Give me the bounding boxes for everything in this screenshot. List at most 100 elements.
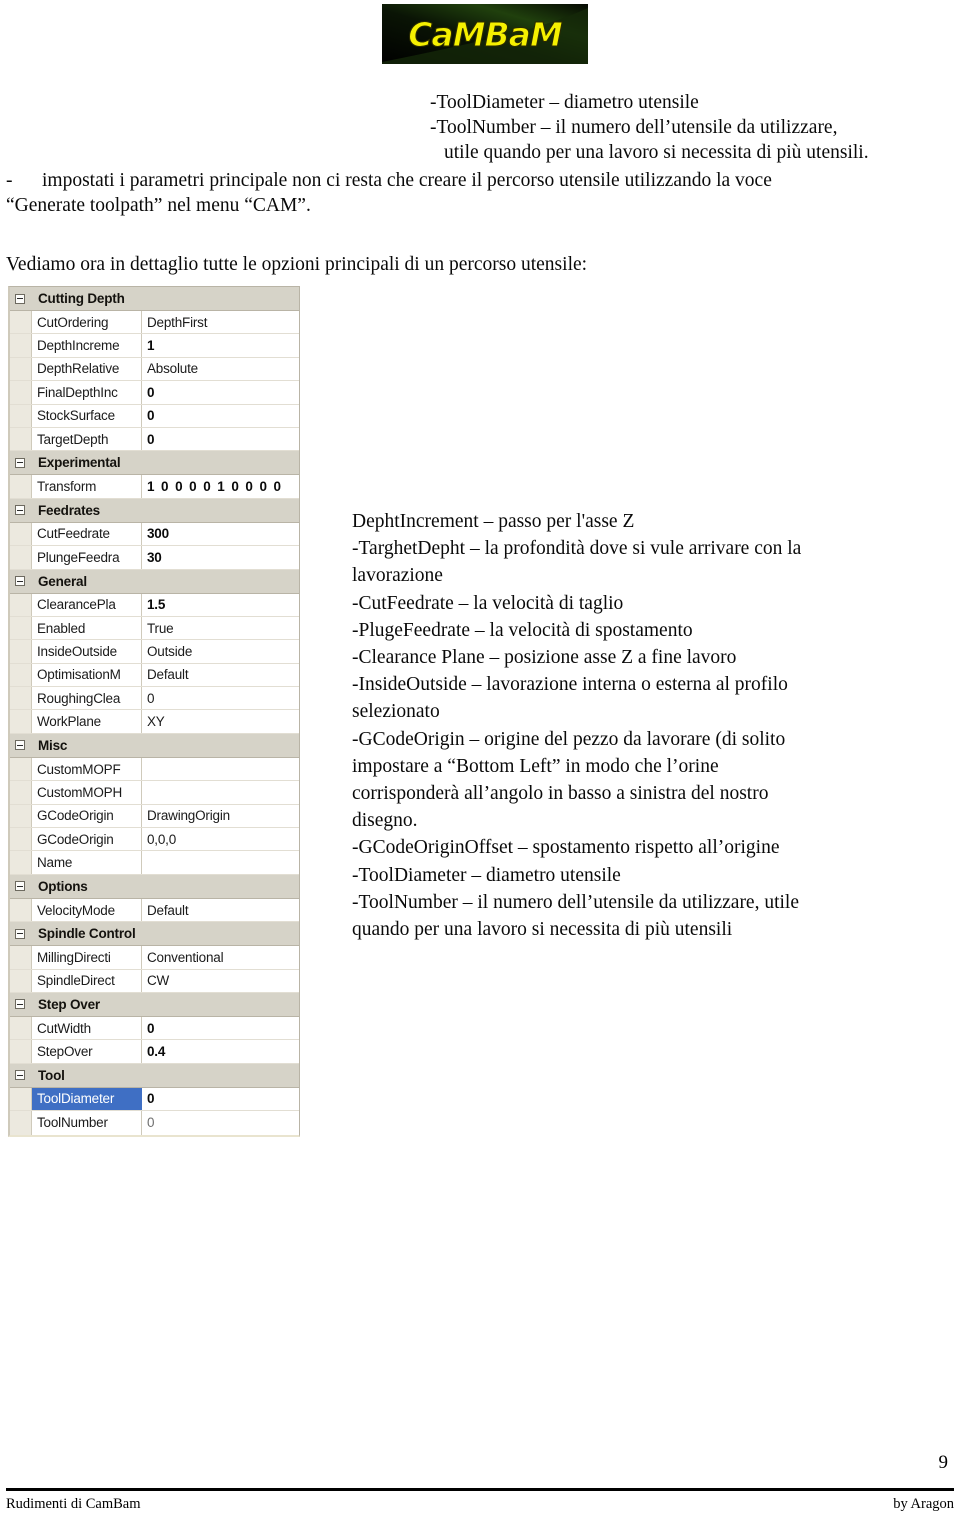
property-value[interactable]: Outside: [142, 644, 299, 659]
property-category-row[interactable]: Spindle Control: [10, 922, 299, 947]
category-expander[interactable]: [10, 498, 32, 522]
category-expander[interactable]: [10, 922, 32, 946]
category-expander[interactable]: [10, 874, 32, 898]
property-name[interactable]: DepthRelative: [32, 357, 142, 381]
property-row[interactable]: StepOver 0.4: [10, 1040, 299, 1064]
property-name[interactable]: StepOver: [32, 1040, 142, 1063]
property-value[interactable]: 0: [142, 385, 299, 400]
property-row[interactable]: Name: [10, 851, 299, 875]
property-row[interactable]: RoughingClea 0: [10, 687, 299, 711]
property-row[interactable]: TargetDepth 0: [10, 427, 299, 452]
collapse-icon[interactable]: [15, 740, 25, 751]
property-value[interactable]: 0: [142, 1091, 299, 1106]
property-value[interactable]: True: [142, 621, 299, 636]
property-value[interactable]: 0: [142, 1115, 299, 1130]
property-name[interactable]: Name: [32, 851, 142, 874]
property-name[interactable]: Transform: [32, 475, 142, 498]
property-name[interactable]: InsideOutside: [32, 640, 142, 663]
property-row[interactable]: WorkPlane XY: [10, 710, 299, 734]
collapse-icon[interactable]: [15, 881, 25, 892]
property-value[interactable]: DepthFirst: [142, 315, 299, 330]
property-row[interactable]: DepthIncreme 1: [10, 334, 299, 358]
category-expander[interactable]: [10, 992, 32, 1016]
collapse-icon[interactable]: [15, 457, 25, 468]
collapse-icon[interactable]: [15, 999, 25, 1010]
property-name[interactable]: CutOrdering: [32, 311, 142, 334]
property-row[interactable]: Transform 1 0 0 0 0 1 0 0 0 0: [10, 475, 299, 499]
property-value[interactable]: 30: [142, 550, 299, 565]
property-value[interactable]: 300: [142, 526, 299, 541]
property-row[interactable]: CustomMOPH: [10, 781, 299, 805]
property-value[interactable]: 0.4: [142, 1044, 299, 1059]
property-value[interactable]: 0: [142, 408, 299, 423]
property-category-row[interactable]: Tool: [10, 1063, 299, 1088]
property-row[interactable]: VelocityMode Default: [10, 898, 299, 923]
property-row[interactable]: PlungeFeedra 30: [10, 546, 299, 570]
property-name[interactable]: CustomMOPH: [32, 781, 142, 804]
category-expander[interactable]: [10, 451, 32, 475]
property-value[interactable]: Default: [142, 667, 299, 682]
property-category-row[interactable]: Options: [10, 874, 299, 899]
property-name[interactable]: FinalDepthInc: [32, 381, 142, 404]
property-row[interactable]: GCodeOrigin DrawingOrigin: [10, 804, 299, 829]
category-expander[interactable]: [10, 569, 32, 593]
property-value[interactable]: 1: [142, 338, 299, 353]
property-name[interactable]: PlungeFeedra: [32, 546, 142, 569]
property-row[interactable]: ToolDiameter 0: [10, 1087, 299, 1112]
property-row[interactable]: ToolNumber 0: [10, 1111, 299, 1135]
property-row[interactable]: Enabled True: [10, 616, 299, 641]
property-row[interactable]: CustomMOPF: [10, 757, 299, 782]
property-name[interactable]: ToolDiameter: [32, 1087, 142, 1111]
property-value[interactable]: DrawingOrigin: [142, 808, 299, 823]
property-row[interactable]: CutOrdering DepthFirst: [10, 311, 299, 335]
property-value[interactable]: 0: [142, 691, 299, 706]
category-expander[interactable]: [10, 287, 32, 310]
collapse-icon[interactable]: [15, 505, 25, 516]
property-value[interactable]: 1 0 0 0 0 1 0 0 0 0: [142, 479, 299, 494]
collapse-icon[interactable]: [15, 928, 25, 939]
property-name[interactable]: GCodeOrigin: [32, 828, 142, 851]
property-name[interactable]: CustomMOPF: [32, 757, 142, 781]
property-name[interactable]: VelocityMode: [32, 898, 142, 922]
collapse-icon[interactable]: [15, 1070, 25, 1081]
property-row[interactable]: MillingDirecti Conventional: [10, 946, 299, 970]
category-expander[interactable]: [10, 1063, 32, 1087]
property-row[interactable]: CutWidth 0: [10, 1016, 299, 1041]
property-row[interactable]: OptimisationM Default: [10, 663, 299, 688]
property-row[interactable]: ClearancePla 1.5: [10, 593, 299, 617]
property-name[interactable]: ClearancePla: [32, 593, 142, 616]
property-value[interactable]: Absolute: [142, 361, 299, 376]
property-value[interactable]: XY: [142, 714, 299, 729]
property-row[interactable]: SpindleDirect CW: [10, 969, 299, 993]
property-name[interactable]: MillingDirecti: [32, 946, 142, 969]
property-row[interactable]: DepthRelative Absolute: [10, 357, 299, 382]
property-category-row[interactable]: Feedrates: [10, 498, 299, 523]
property-category-row[interactable]: Experimental: [10, 451, 299, 476]
property-name[interactable]: DepthIncreme: [32, 334, 142, 357]
property-category-row[interactable]: Cutting Depth: [10, 287, 299, 311]
property-row[interactable]: StockSurface 0: [10, 404, 299, 428]
property-row[interactable]: CutFeedrate 300: [10, 522, 299, 547]
property-name[interactable]: OptimisationM: [32, 663, 142, 687]
property-name[interactable]: CutFeedrate: [32, 522, 142, 546]
property-category-row[interactable]: Step Over: [10, 992, 299, 1017]
property-row[interactable]: GCodeOrigin 0,0,0: [10, 828, 299, 852]
property-value[interactable]: 0: [142, 1021, 299, 1036]
property-name[interactable]: Enabled: [32, 616, 142, 640]
property-name[interactable]: WorkPlane: [32, 710, 142, 733]
collapse-icon[interactable]: [15, 293, 25, 304]
property-value[interactable]: 0,0,0: [142, 832, 299, 847]
property-name[interactable]: StockSurface: [32, 404, 142, 427]
collapse-icon[interactable]: [15, 576, 25, 587]
property-value[interactable]: 0: [142, 432, 299, 447]
property-value[interactable]: 1.5: [142, 597, 299, 612]
property-name[interactable]: RoughingClea: [32, 687, 142, 710]
property-name[interactable]: SpindleDirect: [32, 969, 142, 992]
property-value[interactable]: CW: [142, 973, 299, 988]
property-name[interactable]: GCodeOrigin: [32, 804, 142, 828]
property-row[interactable]: InsideOutside Outside: [10, 640, 299, 664]
property-name[interactable]: TargetDepth: [32, 427, 142, 451]
property-value[interactable]: Conventional: [142, 950, 299, 965]
toolpath-property-grid[interactable]: Cutting Depth CutOrdering DepthFirst DepthI…: [8, 286, 300, 1137]
property-value[interactable]: Default: [142, 903, 299, 918]
